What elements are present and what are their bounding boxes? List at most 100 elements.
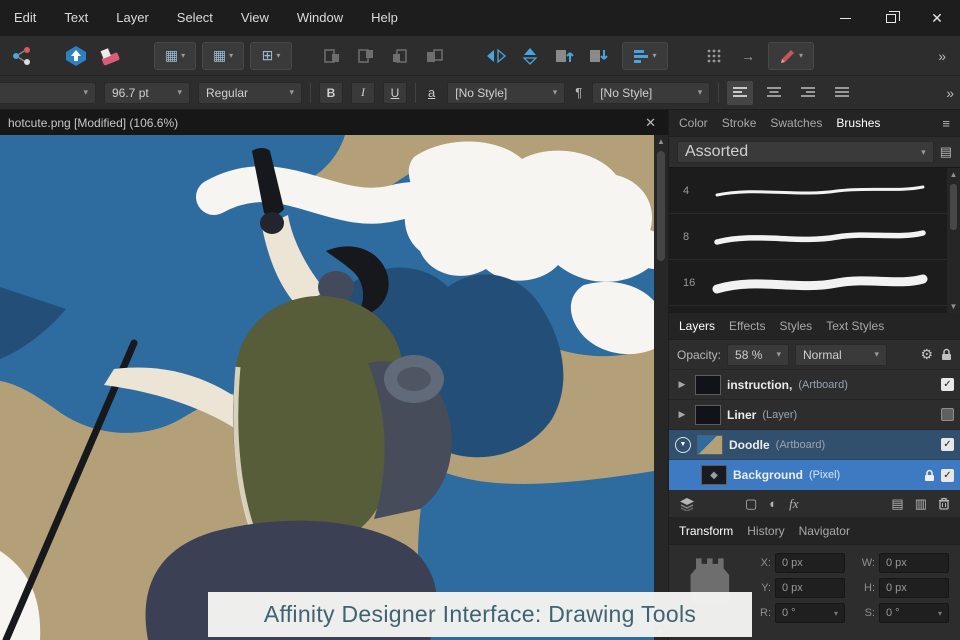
character-panel-button[interactable]: a [424,85,439,100]
snapping-options-button[interactable]: ▦ ▾ [202,41,244,70]
brush-item[interactable]: 4 [669,168,960,214]
pixel-grid-button[interactable] [700,42,728,70]
flip-horizontal-button[interactable] [482,42,510,70]
chevron-right-icon[interactable]: ▶ [675,409,689,420]
h-input[interactable]: 0 px [879,578,949,598]
scroll-up-icon[interactable]: ▲ [950,168,958,182]
blend-gear-icon[interactable]: ⚙ [920,346,933,363]
insert-after-button[interactable] [420,42,448,70]
layer-thumbnail[interactable] [695,374,721,395]
insert-behind-button[interactable] [386,42,414,70]
insert-top-button[interactable] [352,42,380,70]
align-right-button[interactable] [795,81,821,105]
shear-input[interactable]: 0 ° [879,603,949,623]
menu-item-view[interactable]: View [227,0,283,36]
tab-styles[interactable]: Styles [780,319,813,333]
menu-item-text[interactable]: Text [50,0,102,36]
layer-thumbnail[interactable] [695,404,721,425]
designer-persona-button[interactable] [62,42,90,70]
scroll-up-icon[interactable]: ▲ [657,135,665,149]
w-input[interactable]: 0 px [879,553,949,573]
canvas-vertical-scrollbar[interactable]: ▲ ▼ [654,135,668,640]
menu-item-help[interactable]: Help [357,0,412,36]
tab-layers[interactable]: Layers [679,319,715,333]
brush-scrollbar[interactable]: ▲ ▼ [947,168,960,313]
close-button[interactable]: ✕ [914,0,960,36]
layer-row-background[interactable]: ◆ Background (Pixel) [669,460,960,490]
scrollbar-thumb[interactable] [657,151,665,261]
context-overflow-button[interactable]: » [940,85,960,101]
align-justify-button[interactable] [829,81,855,105]
brushes-options-icon[interactable]: ▤ [940,144,952,160]
brush-item[interactable]: 16 [669,260,960,306]
paragraph-style-dropdown[interactable]: [No Style] [592,81,711,104]
slice-tool-dropdown[interactable]: ▾ [768,41,814,70]
align-center-button[interactable] [761,81,787,105]
underline-button[interactable]: U [383,81,407,104]
font-family-dropdown[interactable] [0,81,96,104]
lock-icon[interactable] [941,348,952,361]
move-to-back-button[interactable] [584,42,612,70]
scroll-down-icon[interactable]: ▼ [950,300,958,313]
export-layer-icon[interactable]: ▥ [915,496,927,512]
transform-origin-button[interactable]: ⊞ ▾ [250,41,292,70]
visibility-checkbox[interactable] [941,438,954,451]
rotation-input[interactable]: 0 ° [775,603,845,623]
layer-row-liner[interactable]: ▶ Liner (Layer) [669,400,960,430]
canvas[interactable] [0,135,672,640]
tab-text-styles[interactable]: Text Styles [826,319,884,333]
tab-history[interactable]: History [747,524,784,538]
insert-inside-button[interactable] [318,42,346,70]
font-style-dropdown[interactable]: Regular [198,81,302,104]
alignment-dropdown[interactable]: ▾ [622,41,668,70]
tab-navigator[interactable]: Navigator [799,524,850,538]
layers-stack-icon[interactable] [679,497,695,511]
visibility-checkbox[interactable] [941,378,954,391]
chevron-down-icon[interactable]: ▼ [675,436,691,453]
menu-item-layer[interactable]: Layer [102,0,163,36]
adjustment-icon[interactable]: ◐ [769,496,777,511]
tab-effects[interactable]: Effects [729,319,765,333]
layer-thumbnail[interactable] [697,434,723,455]
tab-swatches[interactable]: Swatches [770,116,822,130]
chevron-right-icon[interactable]: ▶ [675,379,689,390]
menu-item-window[interactable]: Window [283,0,357,36]
convert-button[interactable]: → [734,42,762,70]
toolbar-overflow-button[interactable]: » [932,48,952,64]
fx-icon[interactable]: fx [789,496,798,512]
flip-vertical-button[interactable] [516,42,544,70]
pixel-persona-button[interactable] [96,42,124,70]
bold-button[interactable]: B [319,81,343,104]
grid-options-button[interactable]: ▦ ▾ [154,41,196,70]
blend-mode-dropdown[interactable]: Normal [795,343,888,366]
layer-row-instruction[interactable]: ▶ instruction, (Artboard) [669,370,960,400]
document-tab[interactable]: hotcute.png [Modified] (106.6%) [8,116,178,130]
character-style-dropdown[interactable]: [No Style] [447,81,566,104]
scrollbar-thumb[interactable] [950,184,957,230]
opacity-dropdown[interactable]: 58 % [727,343,790,366]
tab-stroke[interactable]: Stroke [722,116,757,130]
brush-category-dropdown[interactable]: Assorted [677,141,934,163]
italic-button[interactable]: I [351,81,375,104]
menu-item-select[interactable]: Select [163,0,227,36]
x-input[interactable]: 0 px [775,553,845,573]
restore-button[interactable] [868,0,914,36]
visibility-checkbox[interactable] [941,408,954,421]
symbols-button[interactable] [8,42,36,70]
move-to-front-button[interactable] [550,42,578,70]
align-left-button[interactable] [727,80,754,105]
tab-close-button[interactable]: ✕ [641,115,660,131]
minimize-button[interactable] [822,0,868,36]
brush-item[interactable]: 8 [669,214,960,260]
mask-icon[interactable]: ▢ [745,496,757,512]
tab-brushes[interactable]: Brushes [836,116,880,130]
tab-transform[interactable]: Transform [679,524,733,538]
font-size-dropdown[interactable]: 96.7 pt [104,81,190,104]
tab-color[interactable]: Color [679,116,708,130]
visibility-checkbox[interactable] [941,468,954,482]
layer-thumbnail[interactable]: ◆ [701,465,727,485]
y-input[interactable]: 0 px [775,578,845,598]
panel-menu-icon[interactable]: ≡ [942,116,950,131]
brush-item-partial[interactable] [669,306,960,313]
menu-item-edit[interactable]: Edit [0,0,50,36]
